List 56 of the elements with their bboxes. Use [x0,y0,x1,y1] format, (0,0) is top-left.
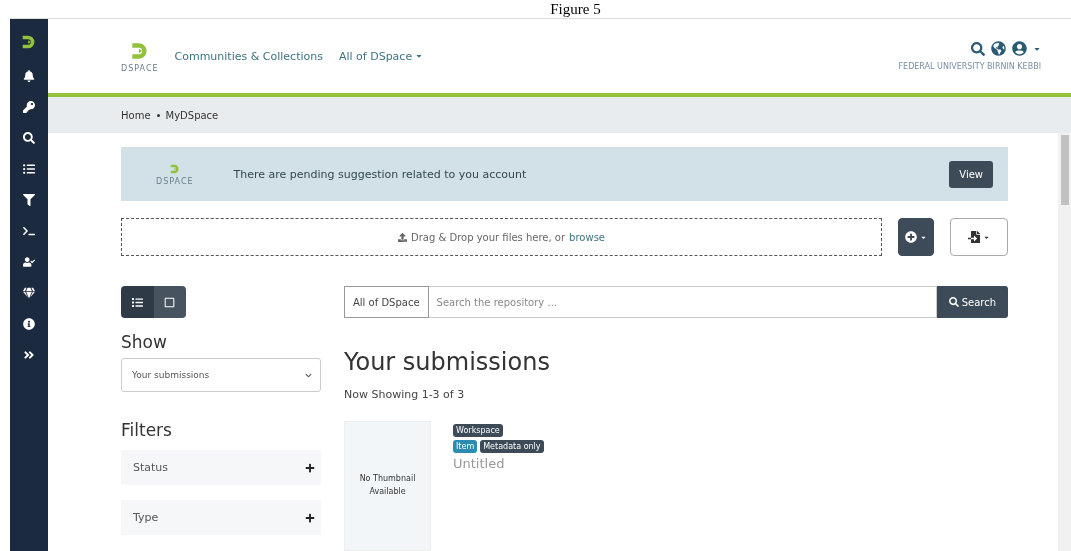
import-menu-button[interactable] [950,218,1008,256]
user-check-icon[interactable] [23,256,35,268]
browse-link[interactable]: browse [569,231,605,243]
add-menu-button[interactable] [898,218,934,256]
logo-icon [168,162,181,175]
list-icon[interactable] [23,163,35,175]
scrollbar[interactable] [1058,133,1071,551]
separator-icon [156,113,160,117]
nav-link[interactable]: Communities & Collections [174,49,323,63]
list-icon [131,296,143,308]
double-chevron-icon[interactable] [23,349,35,361]
dropzone-text: Drag & Drop your files here, or [411,231,566,243]
results-title: Your submissions [344,348,551,376]
list-view-button[interactable] [121,286,154,318]
show-select[interactable]: Your submissions [121,358,321,392]
figure-caption: Figure 5 [550,0,601,18]
filter-toggle[interactable]: Type [121,500,321,535]
access-badge: Metadata only [480,440,544,453]
grid-icon [164,296,176,308]
plus-icon [305,512,315,523]
search-icon[interactable] [971,41,985,56]
plus-icon [305,462,315,473]
results-count: Now Showing 1-3 of 3 [344,388,466,401]
scope-button[interactable]: All of DSpace [344,286,429,318]
info-icon[interactable] [23,318,35,330]
search-field[interactable]: Search the repository ... [428,286,937,318]
file-dropzone[interactable]: Drag & Drop your files here, or browse [121,218,882,256]
thumbnail-text: No Thumbnail Available [358,473,417,498]
search-button[interactable]: Search [936,286,1008,318]
filter-icon[interactable] [23,194,35,206]
bell-icon[interactable] [23,70,35,82]
search-icon[interactable] [23,132,35,144]
alert-text: There are pending suggestion related to you account [233,167,527,181]
type-badge: Item [453,440,478,453]
status-badge: Workspace [453,424,503,437]
logo-text: DSPACE [156,176,194,186]
search-icon [948,297,959,307]
gem-icon[interactable] [23,287,35,299]
filter-toggle[interactable]: Status [121,450,321,485]
logo-text: DSPACE [121,63,159,73]
filters-title: Filters [121,420,173,440]
file-import-icon [968,231,980,244]
grid-view-button[interactable] [153,286,186,318]
nav-link[interactable]: All of DSpace [338,49,424,63]
caret-icon [415,52,424,60]
terminal-icon[interactable] [23,225,35,237]
chevron-down-icon [305,371,312,379]
show-label: Show [121,332,168,352]
upload-icon [398,232,407,242]
breadcrumb-item[interactable]: Home [121,109,151,121]
key-icon[interactable] [23,101,35,113]
user-icon[interactable] [1012,41,1027,56]
breadcrumb-item: MyDSpace [165,109,219,121]
institution-name: FEDERAL UNIVERSITY BIRNIN KEBBI [898,62,1041,71]
globe-icon[interactable] [991,41,1006,56]
view-button[interactable]: View [949,160,993,188]
